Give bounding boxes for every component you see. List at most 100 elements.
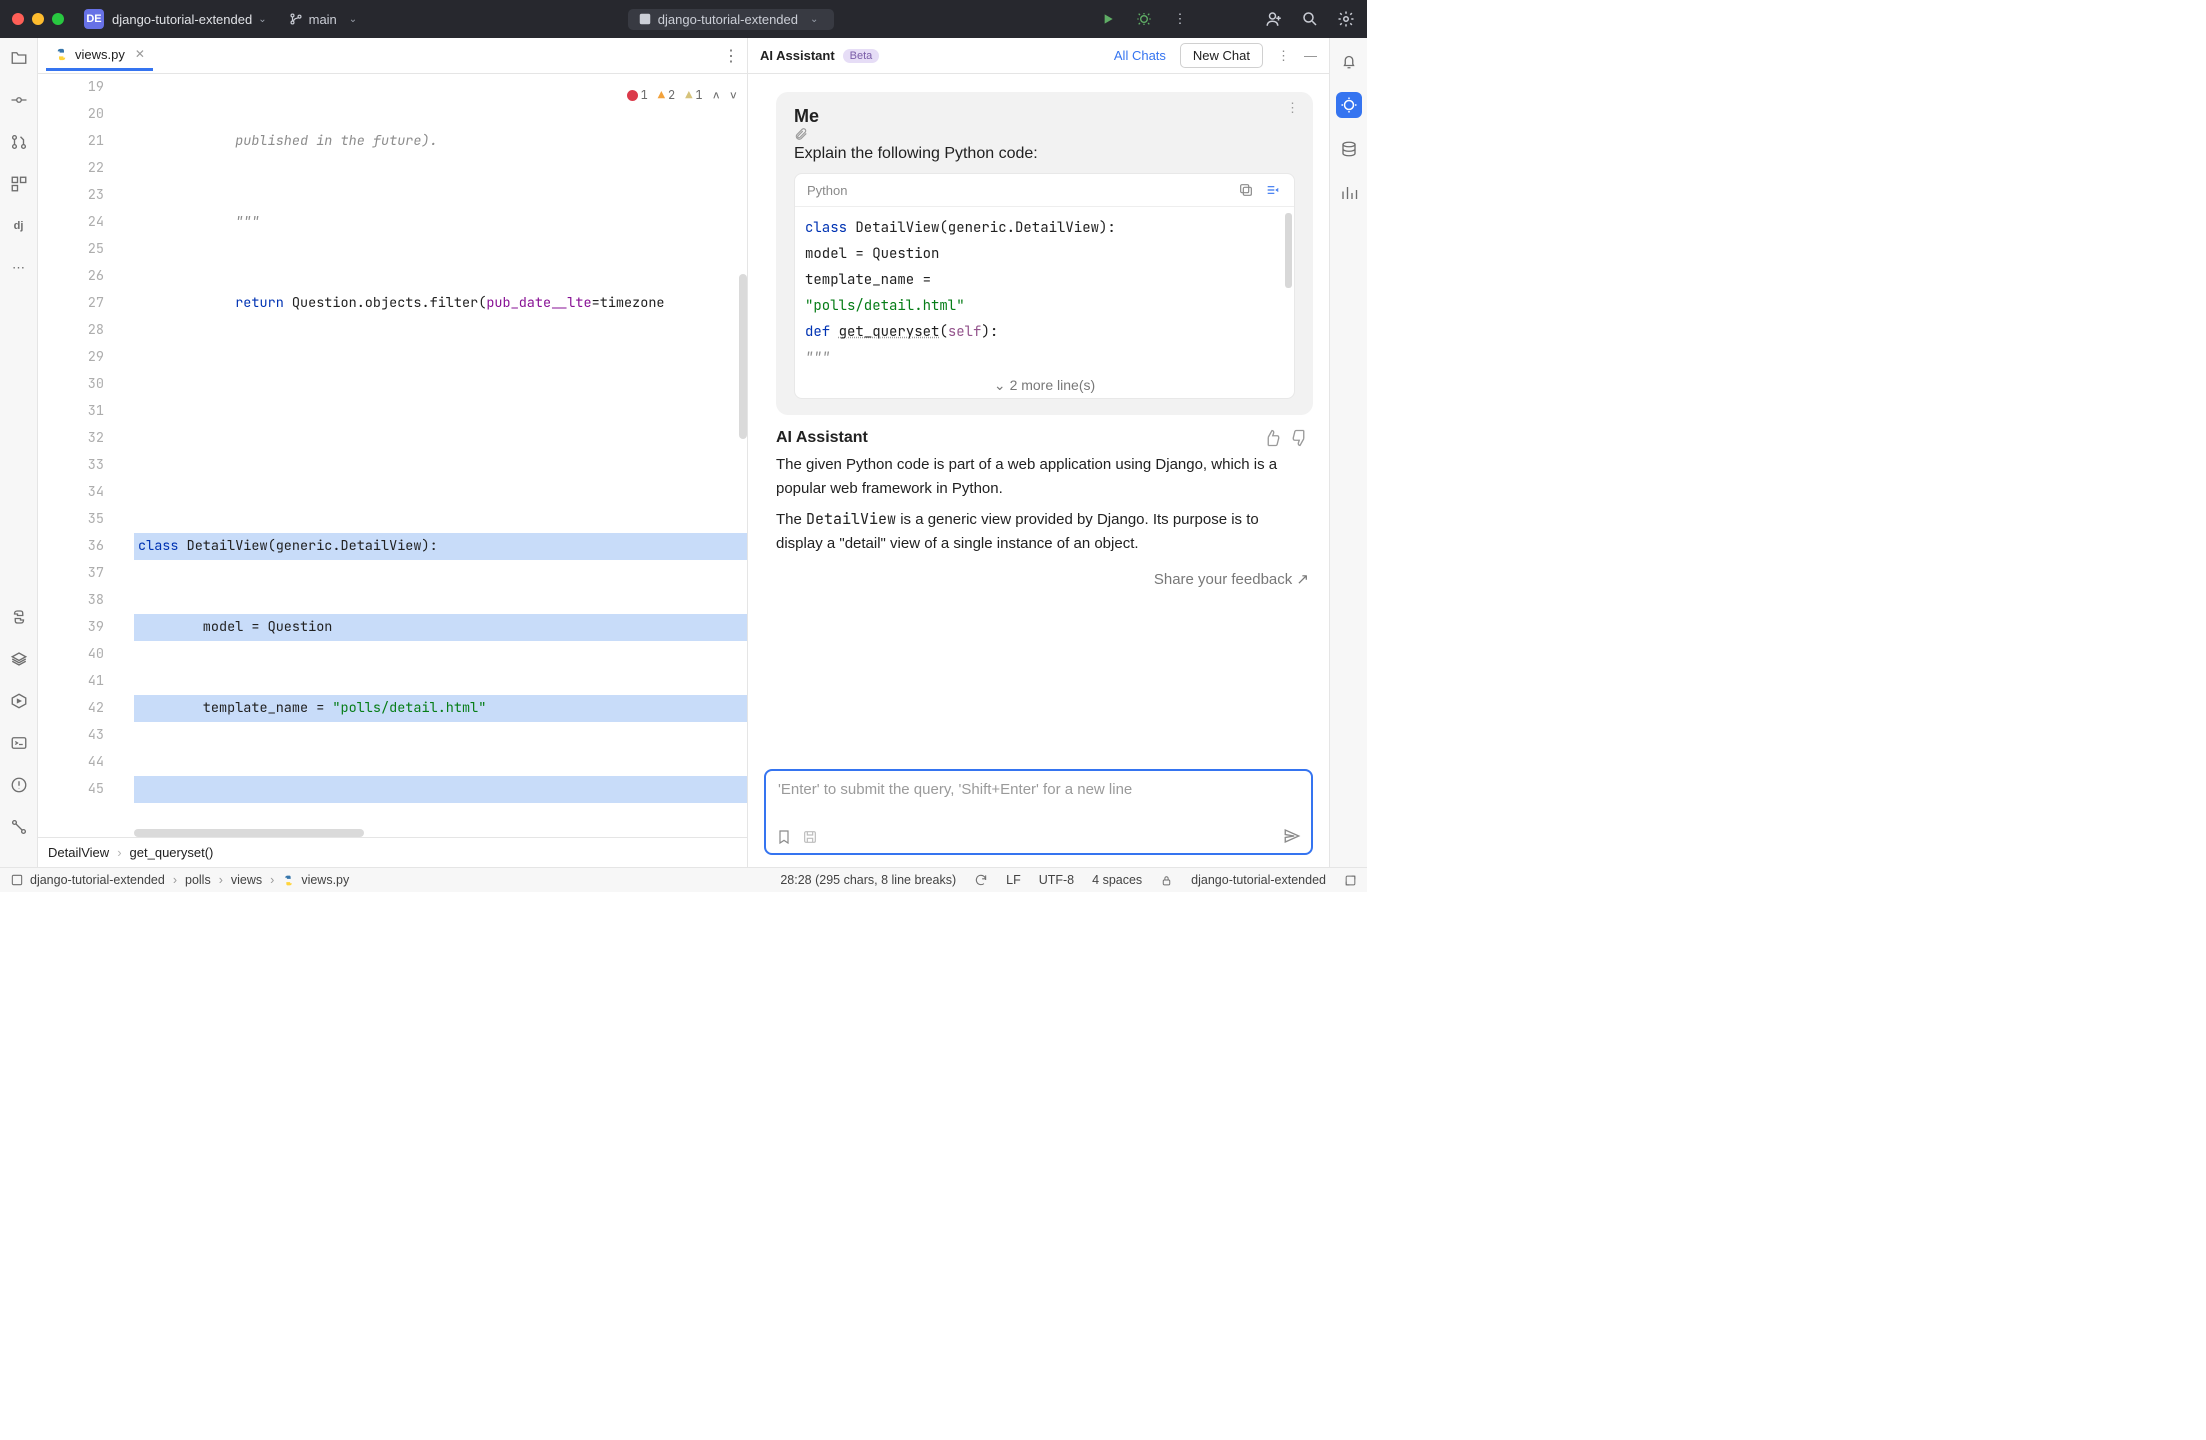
left-tool-strip: dj ⋯ [0, 38, 38, 867]
run-configuration[interactable]: django-tutorial-extended ⌄ [628, 9, 835, 30]
chevron-down-icon[interactable]: ⌄ [349, 14, 357, 25]
pull-requests-icon[interactable] [9, 132, 29, 152]
assistant-label: AI Assistant [776, 429, 868, 447]
chevron-down-icon: ⌄ [810, 14, 818, 25]
breadcrumb-item[interactable]: get_queryset() [130, 845, 214, 860]
insert-code-icon[interactable] [1264, 182, 1282, 198]
beta-badge: Beta [843, 49, 880, 63]
chat-input-placeholder: 'Enter' to submit the query, 'Shift+Ente… [778, 781, 1299, 798]
nav-item[interactable]: views.py [301, 873, 349, 887]
ai-assistant-pane: AI Assistant Beta All Chats New Chat ⋮ —… [748, 38, 1329, 867]
minimize-pane-icon[interactable]: — [1304, 48, 1317, 63]
code-scrollbar[interactable] [1285, 213, 1292, 288]
editor-tabs: views.py ✕ ⋮ [38, 38, 747, 74]
close-tab-icon[interactable]: ✕ [135, 47, 145, 61]
run-icon[interactable] [1099, 11, 1117, 27]
breadcrumb[interactable]: DetailView › get_queryset() [38, 837, 747, 867]
caret-position[interactable]: 28:28 (295 chars, 8 line breaks) [780, 873, 956, 887]
python-file-icon [282, 874, 295, 887]
ai-title: AI Assistant [760, 48, 835, 63]
zoom-window-icon[interactable] [52, 13, 64, 25]
save-icon[interactable] [802, 829, 818, 845]
sync-icon[interactable] [974, 873, 988, 887]
readonly-icon[interactable] [1160, 874, 1173, 887]
expand-code-button[interactable]: ⌄2 more line(s) [795, 371, 1294, 398]
nav-item[interactable]: polls [185, 873, 211, 887]
services-icon[interactable] [9, 691, 29, 711]
folder-icon [10, 873, 24, 887]
right-tool-strip [1329, 38, 1367, 867]
copy-code-icon[interactable] [1238, 182, 1254, 198]
run-config-name: django-tutorial-extended [658, 12, 798, 27]
code-snippet: Python class DetailView(generic.DetailVi… [794, 173, 1295, 399]
chevron-down-icon[interactable]: ⌄ [258, 14, 266, 25]
django-icon [638, 12, 652, 26]
vertical-scrollbar[interactable] [739, 274, 747, 439]
terminal-icon[interactable] [9, 733, 29, 753]
share-feedback-link[interactable]: Share your feedback ↗ [776, 570, 1309, 588]
tabs-more-icon[interactable]: ⋮ [723, 46, 739, 66]
attachment-icon[interactable] [794, 127, 1295, 141]
code-with-me-icon[interactable] [1265, 10, 1283, 28]
python-console-icon[interactable] [9, 607, 29, 627]
new-chat-button[interactable]: New Chat [1180, 43, 1263, 68]
expand-icon[interactable] [1344, 874, 1357, 887]
more-vert-icon[interactable]: ⋮ [1171, 11, 1189, 27]
interpreter[interactable]: django-tutorial-extended [1191, 873, 1326, 887]
window-controls [12, 13, 64, 25]
debug-icon[interactable] [1135, 11, 1153, 27]
chat-input[interactable]: 'Enter' to submit the query, 'Shift+Ente… [764, 769, 1313, 855]
project-name[interactable]: django-tutorial-extended [112, 12, 252, 27]
commit-icon[interactable] [9, 90, 29, 110]
breadcrumb-item[interactable]: DetailView [48, 845, 109, 860]
database-icon[interactable] [1336, 136, 1362, 162]
search-icon[interactable] [1301, 10, 1319, 28]
gear-icon[interactable] [1337, 10, 1355, 28]
nav-bar[interactable]: django-tutorial-extended › polls › views… [10, 873, 349, 887]
ai-assistant-icon[interactable] [1336, 92, 1362, 118]
minimize-window-icon[interactable] [32, 13, 44, 25]
more-horiz-icon[interactable]: ⋯ [9, 258, 29, 278]
vcs-tool-icon[interactable] [9, 817, 29, 837]
close-window-icon[interactable] [12, 13, 24, 25]
django-tool-icon[interactable]: dj [9, 216, 29, 236]
endpoints-icon[interactable] [1336, 180, 1362, 206]
notifications-icon[interactable] [1336, 48, 1362, 74]
assistant-message: AI Assistant The given Python code is pa… [776, 415, 1313, 588]
message-menu-icon[interactable]: ⋮ [1286, 100, 1299, 116]
branch-name: main [309, 12, 337, 27]
send-icon[interactable] [1283, 827, 1301, 845]
branch-icon [289, 12, 303, 26]
code-editor[interactable]: 1 ▲2 ▲1 ∧ ∨ 19 20 21 22 23 24 25 26 27 2… [38, 74, 747, 837]
code-body[interactable]: published in the future). """ return Que… [134, 74, 747, 837]
nav-item[interactable]: views [231, 873, 262, 887]
chat-scroll[interactable]: ⋮ Me Explain the following Python code: … [748, 74, 1329, 759]
line-separator[interactable]: LF [1006, 873, 1021, 887]
indent[interactable]: 4 spaces [1092, 873, 1142, 887]
bookmark-icon[interactable] [776, 829, 792, 845]
encoding[interactable]: UTF-8 [1039, 873, 1074, 887]
tab-label: views.py [75, 47, 125, 62]
editor-pane: views.py ✕ ⋮ 1 ▲2 ▲1 ∧ ∨ 19 20 21 22 23 … [38, 38, 748, 867]
chevron-right-icon: › [117, 845, 121, 860]
user-label: Me [794, 106, 819, 126]
vcs-branch[interactable]: main ⌄ [289, 12, 364, 27]
problems-icon[interactable] [9, 775, 29, 795]
python-file-icon [54, 47, 69, 62]
user-message-card: ⋮ Me Explain the following Python code: … [776, 92, 1313, 415]
more-vert-icon[interactable]: ⋮ [1277, 48, 1290, 64]
tab-views-py[interactable]: views.py ✕ [46, 41, 153, 71]
project-badge-icon: DE [84, 9, 104, 29]
project-icon[interactable] [9, 48, 29, 68]
horizontal-scrollbar[interactable] [134, 829, 364, 837]
thumbs-up-icon[interactable] [1263, 429, 1281, 447]
nav-item[interactable]: django-tutorial-extended [30, 873, 165, 887]
thumbs-down-icon[interactable] [1291, 429, 1309, 447]
title-bar: DE django-tutorial-extended ⌄ main ⌄ dja… [0, 0, 1367, 38]
packages-icon[interactable] [9, 649, 29, 669]
gutter[interactable]: 19 20 21 22 23 24 25 26 27 28 29 30 31 3… [38, 74, 134, 837]
assistant-text: The DetailView is a generic view provide… [776, 507, 1309, 556]
code-lang-label: Python [807, 183, 847, 198]
all-chats-link[interactable]: All Chats [1114, 48, 1166, 63]
structure-icon[interactable] [9, 174, 29, 194]
